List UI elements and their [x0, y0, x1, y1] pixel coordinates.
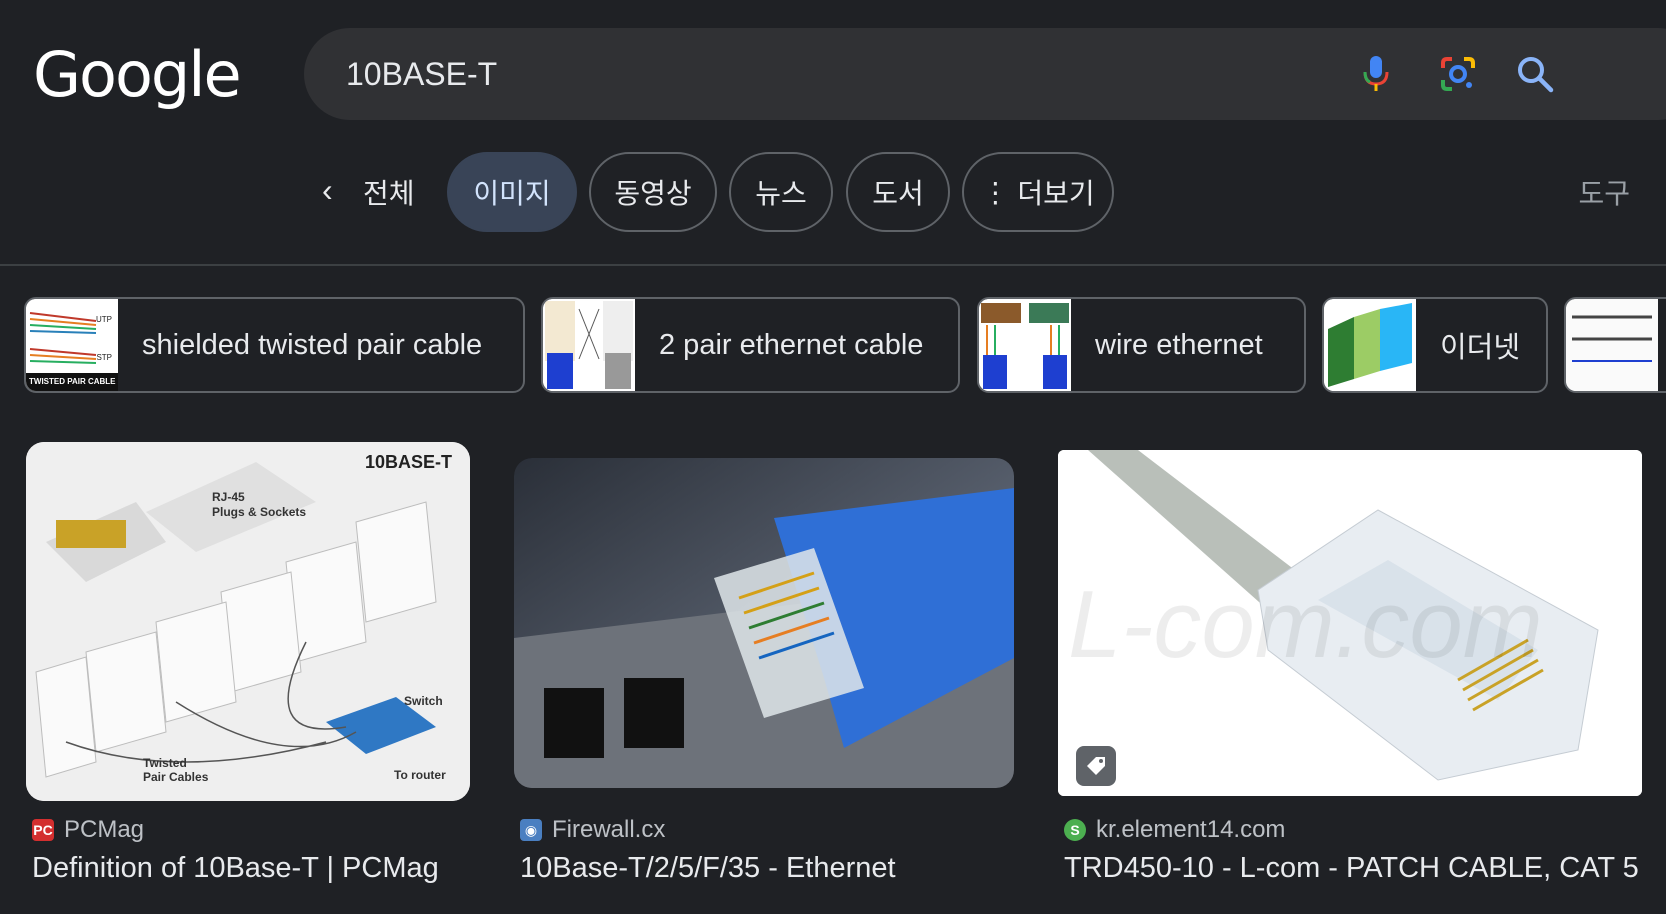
tab-more-label: 더보기	[1017, 178, 1095, 209]
related-chip[interactable]: UTP STP TWISTED PAIR CABLE shielded twis…	[24, 297, 525, 393]
element14-favicon: S	[1064, 819, 1086, 841]
source-name: kr.element14.com	[1096, 816, 1286, 843]
search-bar[interactable]	[304, 28, 1666, 120]
search-tabs: ‹ 전체 이미지 동영상 뉴스 도서 ⋮ 더보기 도구	[0, 152, 1666, 232]
image-text-twisted: Twisted	[143, 756, 187, 770]
tools-button[interactable]: 도구	[1578, 172, 1630, 212]
related-searches: UTP STP TWISTED PAIR CABLE shielded twis…	[0, 297, 1666, 393]
result-title[interactable]: TRD450-10 - L-com - PATCH CABLE, CAT 5 .…	[1064, 852, 1644, 885]
chip-thumb-stp: STP	[96, 353, 112, 362]
tab-videos[interactable]: 동영상	[589, 152, 717, 232]
product-tag-icon	[1076, 746, 1116, 786]
google-logo[interactable]: Google	[33, 38, 242, 111]
image-text-rj45: RJ-45	[212, 490, 245, 504]
search-input[interactable]	[346, 52, 1346, 96]
result-title[interactable]: Definition of 10Base-T | PCMag	[32, 852, 472, 885]
pcmag-favicon: PC	[32, 819, 54, 841]
chip-label: 이더넷	[1440, 332, 1521, 364]
result-image[interactable]	[514, 458, 1014, 788]
chip-label: shielded twisted pair cable	[142, 328, 483, 361]
related-chip[interactable]	[1564, 297, 1666, 393]
more-vert-icon: ⋮	[981, 176, 1010, 208]
tab-all[interactable]: 전체	[363, 172, 415, 212]
lens-icon[interactable]	[1434, 50, 1482, 98]
image-text-plugs: Plugs & Sockets	[212, 505, 307, 519]
search-icon[interactable]	[1511, 50, 1559, 98]
image-text-title: 10BASE-T	[364, 452, 452, 472]
result-source[interactable]: S kr.element14.com	[1064, 816, 1285, 844]
source-name: PCMag	[64, 816, 145, 843]
related-chip[interactable]: 이더넷	[1322, 297, 1548, 393]
image-text-switch: Switch	[404, 694, 443, 708]
chip-thumbnail	[543, 299, 635, 391]
chip-thumbnail	[1566, 299, 1658, 391]
image-text-pair-cables: Pair Cables	[143, 770, 209, 784]
result-image[interactable]: L-com.com	[1058, 450, 1642, 796]
chip-thumb-caption: TWISTED PAIR CABLE	[29, 377, 116, 386]
related-chip[interactable]: 2 pair ethernet cable	[541, 297, 960, 393]
back-chevron-icon[interactable]: ‹	[322, 172, 333, 209]
chip-thumbnail	[979, 299, 1071, 391]
image-watermark: L-com.com	[1068, 571, 1543, 678]
chip-label: 2 pair ethernet cable	[659, 328, 924, 361]
image-text-router: To router	[394, 768, 446, 782]
microphone-icon[interactable]	[1352, 50, 1400, 98]
result-source[interactable]: PC PCMag	[32, 816, 144, 844]
related-chip[interactable]: wire ethernet	[977, 297, 1306, 393]
firewall-favicon: ◉	[520, 819, 542, 841]
result-title[interactable]: 10Base-T/2/5/F/35 - Ethernet	[520, 852, 1020, 885]
tab-news[interactable]: 뉴스	[729, 152, 833, 232]
tab-more[interactable]: ⋮ 더보기	[962, 152, 1114, 232]
header: Google ‹	[0, 0, 1666, 266]
chip-thumbnail: UTP STP TWISTED PAIR CABLE	[26, 299, 118, 391]
chip-thumbnail	[1324, 299, 1416, 391]
chip-thumb-utp: UTP	[96, 315, 112, 324]
result-image[interactable]: 10BASE-T RJ-45 Plugs & Sockets Switch Tw…	[26, 442, 470, 801]
chip-label: wire ethernet	[1095, 328, 1263, 361]
tab-books[interactable]: 도서	[846, 152, 950, 232]
result-source[interactable]: ◉ Firewall.cx	[520, 816, 665, 844]
tab-images[interactable]: 이미지	[447, 152, 577, 232]
source-name: Firewall.cx	[552, 816, 666, 843]
